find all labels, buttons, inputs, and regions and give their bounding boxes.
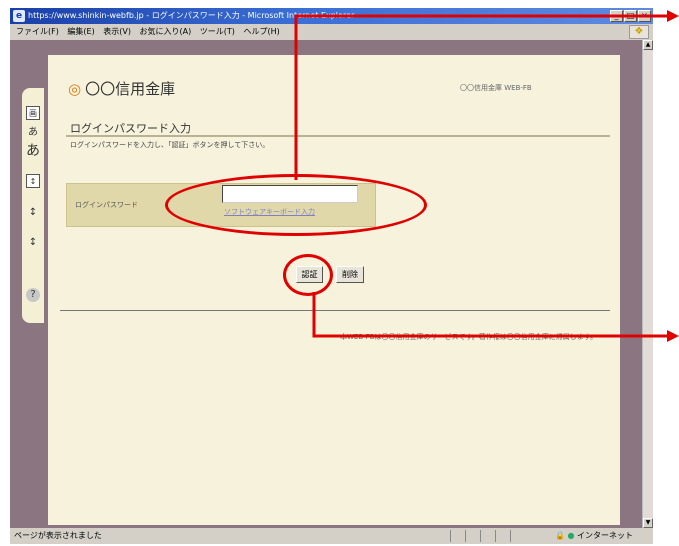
security-zone: 🔒 ● インターネット [555,528,633,544]
page-title: ログインパスワード入力 [70,122,191,135]
sidebar-font-large[interactable]: あ [26,144,40,158]
status-separator [450,530,451,542]
sidebar-font-small[interactable]: あ [26,126,40,140]
bank-logo: ◎ 〇〇信用金庫 [68,78,175,99]
maximize-button[interactable]: □ [624,10,637,22]
sidebar-button-1[interactable]: 画 [26,106,40,120]
window-title: https://www.shinkin-webfb.jp - ログインパスワード… [28,11,355,20]
annotation-ellipse-auth [283,254,333,296]
bank-name: 〇〇信用金庫 [85,80,176,98]
accessibility-sidebar: 画 あ あ ↕ ↕ ↕ ? [22,88,44,323]
menu-view[interactable]: 表示(V) [103,27,131,36]
menu-favorites[interactable]: お気に入り(A) [140,27,192,36]
footer-note: 本WEB-FBは〇〇信用金庫のサービスです。著作権は〇〇信用金庫に帰属します。 [340,333,598,341]
title-divider [66,135,610,137]
password-label: ログインパスワード [75,201,138,209]
instruction-text: ログインパスワードを入力し、「認証」ボタンを押して下さい。 [70,141,270,149]
ie-icon: e [13,10,25,22]
annotation-arrowhead-top [667,10,679,22]
sidebar-spacing-3[interactable]: ↕ [26,236,40,250]
bank-logo-mark: ◎ [68,80,82,98]
scroll-up-icon[interactable]: ▲ [643,40,653,50]
scroll-down-icon[interactable]: ▼ [643,518,653,528]
menu-tools[interactable]: ツール(T) [200,27,235,36]
zone-label: インターネット [577,531,633,540]
window-titlebar: e https://www.shinkin-webfb.jp - ログインパスワ… [10,8,653,24]
help-icon[interactable]: ? [26,288,40,302]
status-text: ページが表示されました [14,531,102,540]
globe-icon: ● [567,531,575,540]
menu-bar: ファイル(F) 編集(E) 表示(V) お気に入り(A) ツール(T) ヘルプ(… [10,24,653,40]
footer-divider [60,310,610,311]
annotation-arrowhead-bottom [667,330,679,342]
status-separator [510,530,511,542]
menu-file[interactable]: ファイル(F) [16,27,59,36]
minimize-button[interactable]: _ [610,10,623,22]
status-separator [480,530,481,542]
status-separator [465,530,466,542]
close-button[interactable]: × [638,10,651,22]
service-name: 〇〇信用金庫 WEB-FB [460,84,532,92]
menu-edit[interactable]: 編集(E) [67,27,94,36]
screenshot: e https://www.shinkin-webfb.jp - ログインパスワ… [0,0,679,546]
windows-logo-icon: ❖ [629,25,649,39]
status-bar: ページが表示されました 🔒 ● インターネット [10,528,653,544]
sidebar-spacing-2[interactable]: ↕ [26,206,40,220]
menu-help[interactable]: ヘルプ(H) [243,27,279,36]
annotation-ellipse-password [165,174,427,236]
lock-icon: 🔒 [554,531,565,540]
vertical-scrollbar[interactable]: ▲ ▼ [642,40,653,528]
sidebar-spacing-1[interactable]: ↕ [26,174,40,188]
delete-button[interactable]: 削除 [336,266,364,283]
window-controls: _ □ × [610,10,651,22]
status-separator [495,530,496,542]
